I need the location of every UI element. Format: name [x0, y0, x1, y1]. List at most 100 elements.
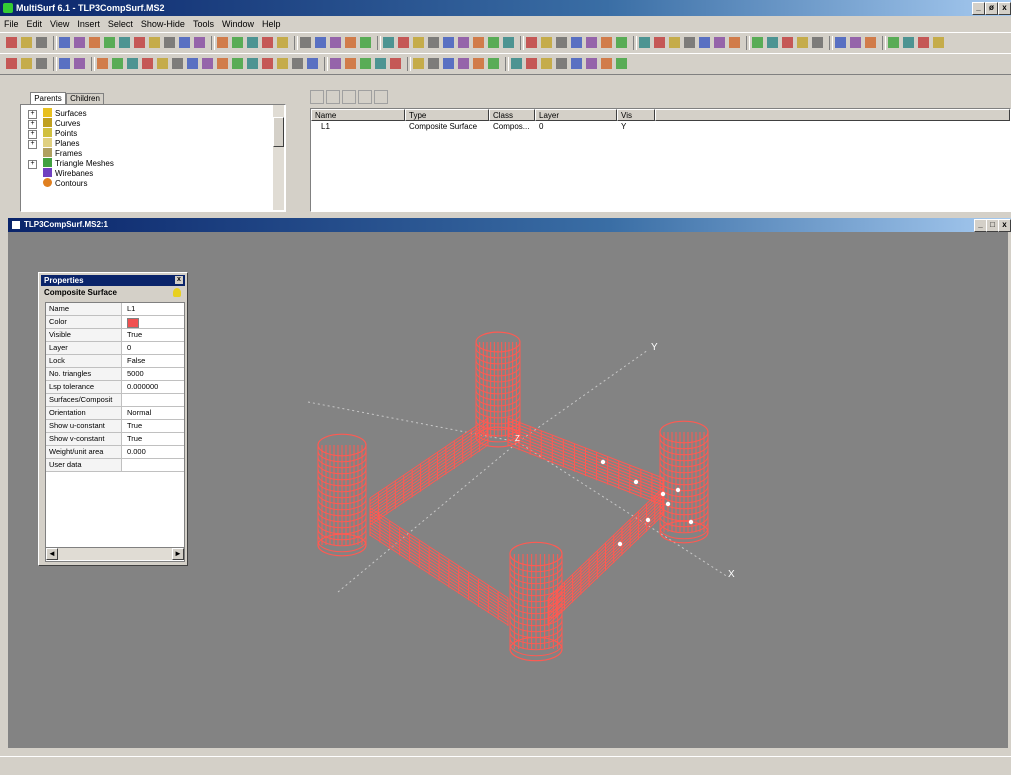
toolbar-icon[interactable] [277, 58, 288, 69]
toolbar-icon[interactable] [571, 58, 582, 69]
toolbar-icon[interactable] [526, 58, 537, 69]
property-row[interactable]: No. triangles 5000 [46, 368, 184, 381]
toolbar-icon[interactable] [541, 37, 552, 48]
toolbar-icon[interactable] [217, 37, 228, 48]
toolbar-icon[interactable] [112, 58, 123, 69]
toolbar-icon[interactable] [247, 58, 258, 69]
toolbar-icon[interactable] [413, 37, 424, 48]
toolbar-icon[interactable] [428, 58, 439, 69]
property-value[interactable] [124, 394, 182, 406]
toolbar-icon[interactable] [933, 37, 944, 48]
toolbar-icon[interactable] [187, 58, 198, 69]
property-row[interactable]: Show u-constant True [46, 420, 184, 433]
toolbar-icon[interactable] [119, 37, 130, 48]
menu-window[interactable]: Window [218, 16, 258, 32]
toolbar-icon[interactable] [74, 37, 85, 48]
child-window-title-bar[interactable]: TLP3CompSurf.MS2:1 _ □ x [8, 218, 1011, 232]
toolbar-icon[interactable] [616, 37, 627, 48]
toolbar-icon[interactable] [511, 58, 522, 69]
expand-icon[interactable]: + [28, 120, 37, 129]
property-row[interactable]: Weight/unit area 0.000 [46, 446, 184, 459]
property-row[interactable]: Surfaces/Composit [46, 394, 184, 407]
toolbar-icon[interactable] [194, 37, 205, 48]
toolbar-icon[interactable] [729, 37, 740, 48]
toolbar-icon[interactable] [307, 58, 318, 69]
toolbar-icon[interactable] [6, 58, 17, 69]
list-toolbar-icon[interactable] [358, 90, 372, 104]
toolbar-icon[interactable] [443, 37, 454, 48]
scroll-right-button[interactable]: ► [172, 548, 184, 560]
toolbar-icon[interactable] [699, 37, 710, 48]
toolbar-icon[interactable] [134, 37, 145, 48]
col-name[interactable]: Name [311, 109, 405, 121]
menu-help[interactable]: Help [258, 16, 285, 32]
expand-icon[interactable]: + [28, 140, 37, 149]
toolbar-icon[interactable] [262, 37, 273, 48]
toolbar-icon[interactable] [586, 37, 597, 48]
toolbar-icon[interactable] [812, 37, 823, 48]
toolbar-icon[interactable] [488, 58, 499, 69]
toolbar-icon[interactable] [473, 37, 484, 48]
property-value[interactable]: 0.000 [124, 446, 182, 458]
list-toolbar-icon[interactable] [326, 90, 340, 104]
toolbar-icon[interactable] [473, 58, 484, 69]
toolbar-icon[interactable] [888, 37, 899, 48]
toolbar-icon[interactable] [345, 37, 356, 48]
property-value[interactable]: 0 [124, 342, 182, 354]
tree-scrollbar[interactable] [273, 105, 284, 210]
close-button[interactable]: x [998, 2, 1011, 15]
toolbar-icon[interactable] [639, 37, 650, 48]
menu-insert[interactable]: Insert [73, 16, 104, 32]
toolbar-icon[interactable] [127, 58, 138, 69]
property-value[interactable]: True [124, 329, 182, 341]
property-row[interactable]: Show v-constant True [46, 433, 184, 446]
toolbar-icon[interactable] [903, 37, 914, 48]
toolbar-icon[interactable] [782, 37, 793, 48]
property-row[interactable]: User data [46, 459, 184, 472]
property-row[interactable]: Color [46, 316, 184, 329]
list-toolbar-icon[interactable] [374, 90, 388, 104]
toolbar-icon[interactable] [232, 37, 243, 48]
property-value[interactable]: 0.000000 [124, 381, 182, 393]
toolbar-icon[interactable] [601, 37, 612, 48]
toolbar-icon[interactable] [654, 37, 665, 48]
expand-icon[interactable]: + [28, 130, 37, 139]
toolbar-icon[interactable] [413, 58, 424, 69]
menu-file[interactable]: File [0, 16, 23, 32]
toolbar-icon[interactable] [157, 58, 168, 69]
toolbar-icon[interactable] [375, 58, 386, 69]
toolbar-icon[interactable] [360, 58, 371, 69]
table-row[interactable]: L1 Composite Surface Compos... 0 Y [311, 122, 711, 133]
toolbar-icon[interactable] [669, 37, 680, 48]
toolbar-icon[interactable] [262, 58, 273, 69]
toolbar-icon[interactable] [865, 37, 876, 48]
property-row[interactable]: Lock False [46, 355, 184, 368]
toolbar-icon[interactable] [172, 58, 183, 69]
lightbulb-icon[interactable] [173, 288, 181, 297]
toolbar-icon[interactable] [217, 58, 228, 69]
toolbar-icon[interactable] [232, 58, 243, 69]
toolbar-icon[interactable] [601, 58, 612, 69]
menu-edit[interactable]: Edit [23, 16, 47, 32]
toolbar-icon[interactable] [21, 58, 32, 69]
toolbar-icon[interactable] [398, 37, 409, 48]
toolbar-icon[interactable] [556, 37, 567, 48]
toolbar-icon[interactable] [684, 37, 695, 48]
properties-title-bar[interactable]: Properties x [41, 275, 185, 286]
toolbar-icon[interactable] [503, 37, 514, 48]
toolbar-icon[interactable] [330, 58, 341, 69]
toolbar-icon[interactable] [300, 37, 311, 48]
property-row[interactable]: Orientation Normal [46, 407, 184, 420]
list-toolbar-icon[interactable] [310, 90, 324, 104]
toolbar-icon[interactable] [345, 58, 356, 69]
toolbar-icon[interactable] [767, 37, 778, 48]
property-value[interactable]: L1 [124, 303, 182, 315]
toolbar-icon[interactable] [458, 58, 469, 69]
toolbar-icon[interactable] [36, 37, 47, 48]
toolbar-icon[interactable] [164, 37, 175, 48]
menu-select[interactable]: Select [104, 16, 137, 32]
toolbar-icon[interactable] [360, 37, 371, 48]
toolbar-icon[interactable] [315, 37, 326, 48]
scroll-thumb[interactable] [273, 117, 284, 147]
toolbar-icon[interactable] [428, 37, 439, 48]
